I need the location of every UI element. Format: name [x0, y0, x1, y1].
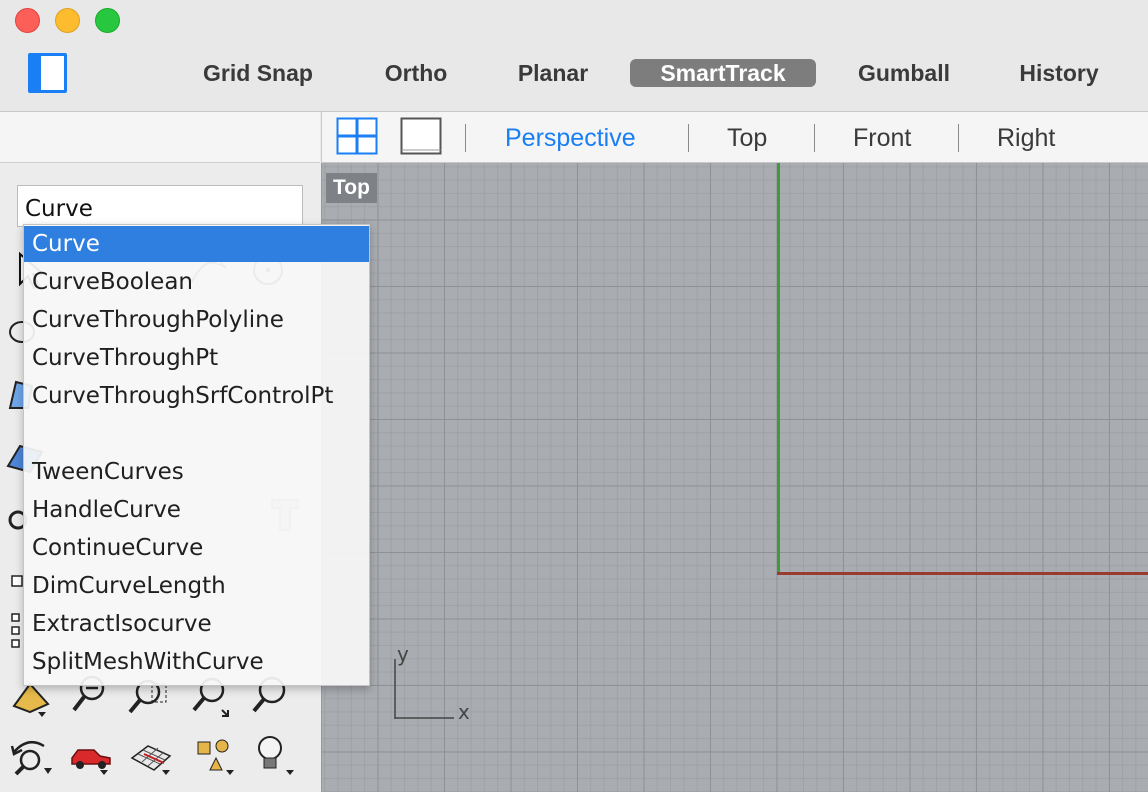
autocomplete-item[interactable]: CurveThroughSrfControlPt: [24, 378, 369, 414]
tab-perspective[interactable]: Perspective: [505, 122, 636, 154]
command-autocomplete-list: Curve CurveBoolean CurveThroughPolyline …: [23, 224, 370, 686]
ortho-button[interactable]: Ortho: [371, 59, 461, 87]
tab-right[interactable]: Right: [997, 122, 1055, 154]
tab-separator: [465, 124, 466, 152]
planar-button[interactable]: Planar: [505, 59, 601, 87]
left-panel-header: [0, 112, 320, 163]
single-viewport-icon[interactable]: [400, 117, 442, 155]
y-axis-label: y: [397, 642, 409, 666]
smarttrack-button[interactable]: SmartTrack: [630, 59, 816, 87]
autocomplete-item[interactable]: HandleCurve: [24, 492, 369, 528]
minimize-window-button[interactable]: [55, 8, 80, 33]
top-viewport[interactable]: Top y x: [321, 163, 1148, 792]
light-bulb-icon[interactable]: [252, 732, 298, 776]
car-icon[interactable]: [68, 732, 114, 776]
tab-top[interactable]: Top: [727, 122, 767, 154]
command-search-input[interactable]: [17, 185, 303, 227]
sidebar-toggle-fill: [31, 56, 41, 90]
close-window-button[interactable]: [15, 8, 40, 33]
autocomplete-item[interactable]: CurveThroughPt: [24, 340, 369, 376]
y-axis-line: [777, 163, 780, 573]
autocomplete-item[interactable]: TweenCurves: [24, 454, 369, 490]
autocomplete-item[interactable]: ExtractIsocurve: [24, 606, 369, 642]
autocomplete-separator: [24, 416, 369, 452]
autocomplete-item[interactable]: SplitMeshWithCurve: [24, 644, 369, 680]
x-axis-line: [777, 572, 1148, 575]
tab-separator: [688, 124, 689, 152]
autocomplete-item[interactable]: DimCurveLength: [24, 568, 369, 604]
x-axis-label: x: [458, 700, 470, 724]
object-snap-shapes-icon[interactable]: [192, 732, 238, 776]
zoom-window-button[interactable]: [95, 8, 120, 33]
viewport-title[interactable]: Top: [326, 173, 377, 203]
viewport-tab-bar: Perspective Top Front Right: [321, 112, 1148, 163]
history-button[interactable]: History: [1005, 59, 1113, 87]
grid-plane-icon[interactable]: [128, 732, 174, 776]
autocomplete-item[interactable]: CurveBoolean: [24, 264, 369, 300]
window-toolbar: Grid Snap Ortho Planar SmartTrack Gumbal…: [0, 0, 1148, 112]
sidebar-toggle-icon[interactable]: [28, 53, 67, 93]
tab-separator: [814, 124, 815, 152]
grid-snap-button[interactable]: Grid Snap: [190, 59, 326, 87]
tab-separator: [958, 124, 959, 152]
autocomplete-item[interactable]: CurveThroughPolyline: [24, 302, 369, 338]
tab-front[interactable]: Front: [853, 122, 911, 154]
rotate-view-icon[interactable]: [8, 732, 54, 776]
gumball-button[interactable]: Gumball: [845, 59, 963, 87]
four-viewports-icon[interactable]: [336, 117, 378, 155]
autocomplete-item[interactable]: ContinueCurve: [24, 530, 369, 566]
autocomplete-item[interactable]: Curve: [24, 226, 369, 262]
